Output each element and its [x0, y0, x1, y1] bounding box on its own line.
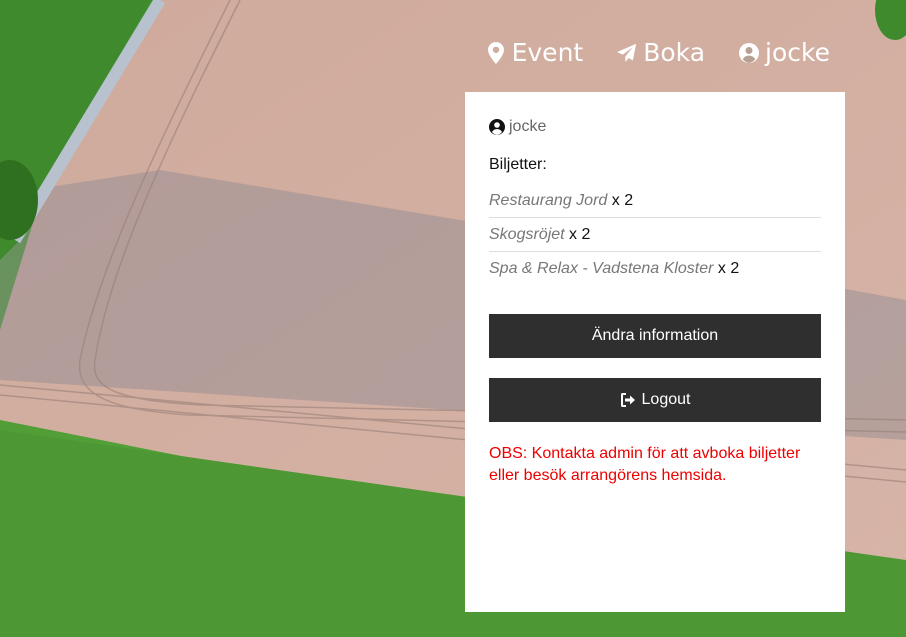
edit-information-button[interactable]: Ändra information	[489, 314, 821, 358]
ticket-name: Spa & Relax - Vadstena Kloster	[489, 260, 714, 277]
panel-username: jocke	[509, 118, 547, 135]
logout-label: Logout	[641, 391, 691, 408]
tickets-heading: Biljetter:	[489, 156, 547, 173]
user-panel: jocke Biljetter: Restaurang Jord x 2 Sko…	[465, 92, 845, 612]
nav-event-label: Event	[511, 38, 584, 67]
edit-information-label: Ändra information	[591, 327, 719, 344]
ticket-item: Skogsröjet x 2	[489, 218, 821, 252]
user-circle-icon	[739, 42, 760, 63]
ticket-item: Restaurang Jord x 2	[489, 184, 821, 218]
nav-user-link[interactable]: jocke	[739, 38, 830, 67]
nav-user-label: jocke	[765, 38, 830, 67]
cancellation-notice: OBS: Kontakta admin för att avboka bilje…	[489, 445, 801, 484]
logout-button[interactable]: Logout	[489, 378, 821, 422]
map-marker-icon	[487, 41, 504, 64]
sign-out-icon	[620, 393, 635, 407]
nav-event-link[interactable]: Event	[486, 38, 584, 67]
ticket-qty: x 2	[611, 192, 634, 209]
ticket-list: Restaurang Jord x 2 Skogsröjet x 2 Spa &…	[489, 184, 821, 285]
ticket-qty: x 2	[717, 260, 740, 277]
top-navigation: Event Boka jocke	[486, 38, 830, 67]
ticket-name: Restaurang Jord	[489, 192, 608, 209]
panel-user: jocke	[489, 118, 821, 136]
user-circle-icon	[489, 119, 505, 135]
paper-plane-icon	[617, 43, 637, 62]
nav-boka-link[interactable]: Boka	[617, 38, 705, 67]
ticket-qty: x 2	[569, 226, 591, 243]
ticket-item: Spa & Relax - Vadstena Kloster x 2	[489, 252, 821, 285]
ticket-name: Skogsröjet	[489, 226, 565, 243]
nav-boka-label: Boka	[643, 38, 706, 67]
